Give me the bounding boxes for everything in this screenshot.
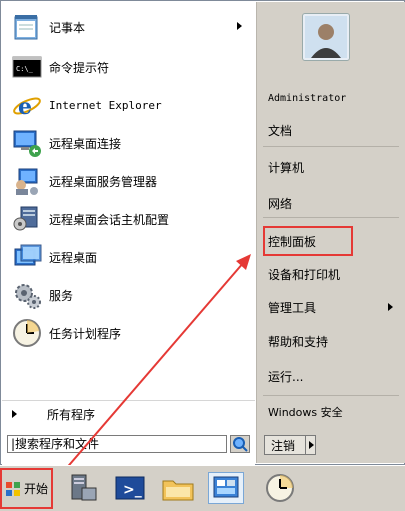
all-programs-button[interactable]: 所有程序	[2, 403, 254, 425]
user-avatar[interactable]	[302, 13, 350, 61]
search-icon	[233, 437, 248, 452]
taskbar: 开始 >_	[0, 465, 405, 511]
explorer-icon[interactable]	[160, 472, 196, 504]
menu-item-task-scheduler[interactable]: 任务计划程序	[2, 314, 254, 352]
menu-item-admin-tools[interactable]: 管理工具	[265, 295, 397, 319]
menu-item-rd-session-host-config[interactable]: 远程桌面会话主机配置	[2, 200, 254, 238]
remote-desktop-connection-icon	[11, 127, 43, 159]
control-panel-icon[interactable]	[208, 472, 244, 504]
windows-logo-icon	[6, 481, 20, 496]
menu-item-label: 管理工具	[268, 300, 317, 315]
separator	[263, 395, 399, 396]
svg-text:>_: >_	[123, 482, 142, 498]
search-input[interactable]: |搜索程序和文件	[7, 435, 227, 453]
menu-item-help-support[interactable]: 帮助和支持	[265, 329, 397, 353]
task-scheduler-icon	[11, 317, 43, 349]
separator	[263, 217, 399, 218]
ie-icon: e	[11, 89, 43, 121]
menu-item-network[interactable]: 网络	[265, 191, 397, 215]
right-pane: Administrator 文档 计算机 网络 控制面板 设备和打印机 管理工具…	[256, 2, 405, 463]
services-icon	[11, 279, 43, 311]
left-bottom-area: 所有程序	[2, 400, 255, 465]
remote-desktops-icon	[11, 241, 43, 273]
menu-item-label: 远程桌面连接	[49, 136, 122, 151]
start-label: 开始	[24, 482, 49, 496]
menu-item-label: 远程桌面	[49, 250, 98, 265]
menu-item-windows-security[interactable]: Windows 安全	[265, 400, 397, 424]
menu-item-label: Internet Explorer	[49, 98, 162, 112]
clock-icon[interactable]	[262, 472, 298, 504]
all-programs-label: 所有程序	[47, 407, 96, 422]
menu-item-notepad[interactable]: 记事本	[2, 8, 254, 46]
svg-text:e: e	[18, 94, 32, 120]
start-menu: 记事本 C:\_ 命令提示符 e Internet Explorer 远程桌面连…	[0, 0, 405, 465]
menu-item-remote-desktops[interactable]: 远程桌面	[2, 238, 254, 276]
menu-item-devices-printers[interactable]: 设备和打印机	[265, 262, 397, 286]
menu-item-label: 服务	[49, 288, 74, 303]
svg-text:C:\_: C:\_	[16, 65, 34, 73]
menu-item-documents[interactable]: 文档	[265, 118, 397, 142]
separator	[263, 146, 399, 147]
logout-label: 注销	[271, 438, 296, 453]
submenu-arrow-icon	[237, 22, 242, 30]
menu-item-run[interactable]: 运行...	[265, 364, 397, 388]
menu-item-cmd[interactable]: C:\_ 命令提示符	[2, 48, 254, 86]
rd-session-host-config-icon	[11, 203, 43, 235]
logout-options-arrow-icon[interactable]	[309, 441, 314, 449]
menu-item-label: 远程桌面会话主机配置	[49, 212, 170, 227]
notepad-icon	[11, 11, 43, 43]
menu-item-services[interactable]: 服务	[2, 276, 254, 314]
menu-item-control-panel[interactable]: 控制面板	[263, 226, 353, 256]
cmd-icon: C:\_	[11, 51, 43, 83]
logout-divider	[305, 436, 306, 454]
all-programs-arrow-icon	[12, 410, 17, 418]
menu-item-computer[interactable]: 计算机	[265, 155, 397, 179]
start-button[interactable]: 开始	[0, 468, 53, 509]
server-manager-icon[interactable]	[64, 472, 100, 504]
menu-item-user[interactable]: Administrator	[265, 86, 397, 110]
user-avatar-icon	[305, 16, 347, 58]
search-button[interactable]	[230, 435, 250, 453]
menu-item-label: 记事本	[49, 20, 86, 35]
menu-item-label: 任务计划程序	[49, 326, 122, 341]
menu-item-remote-desktop-connection[interactable]: 远程桌面连接	[2, 124, 254, 162]
menu-item-label: 命令提示符	[49, 60, 110, 75]
menu-item-rds-manager[interactable]: 远程桌面服务管理器	[2, 162, 254, 200]
logout-button[interactable]: 注销	[264, 435, 316, 455]
pinned-programs-list: 记事本 C:\_ 命令提示符 e Internet Explorer 远程桌面连…	[2, 2, 254, 400]
menu-item-label: 远程桌面服务管理器	[49, 174, 158, 189]
menu-item-internet-explorer[interactable]: e Internet Explorer	[2, 86, 254, 124]
submenu-arrow-icon	[388, 303, 393, 311]
powershell-icon[interactable]: >_	[112, 472, 148, 504]
rds-manager-icon	[11, 165, 43, 197]
